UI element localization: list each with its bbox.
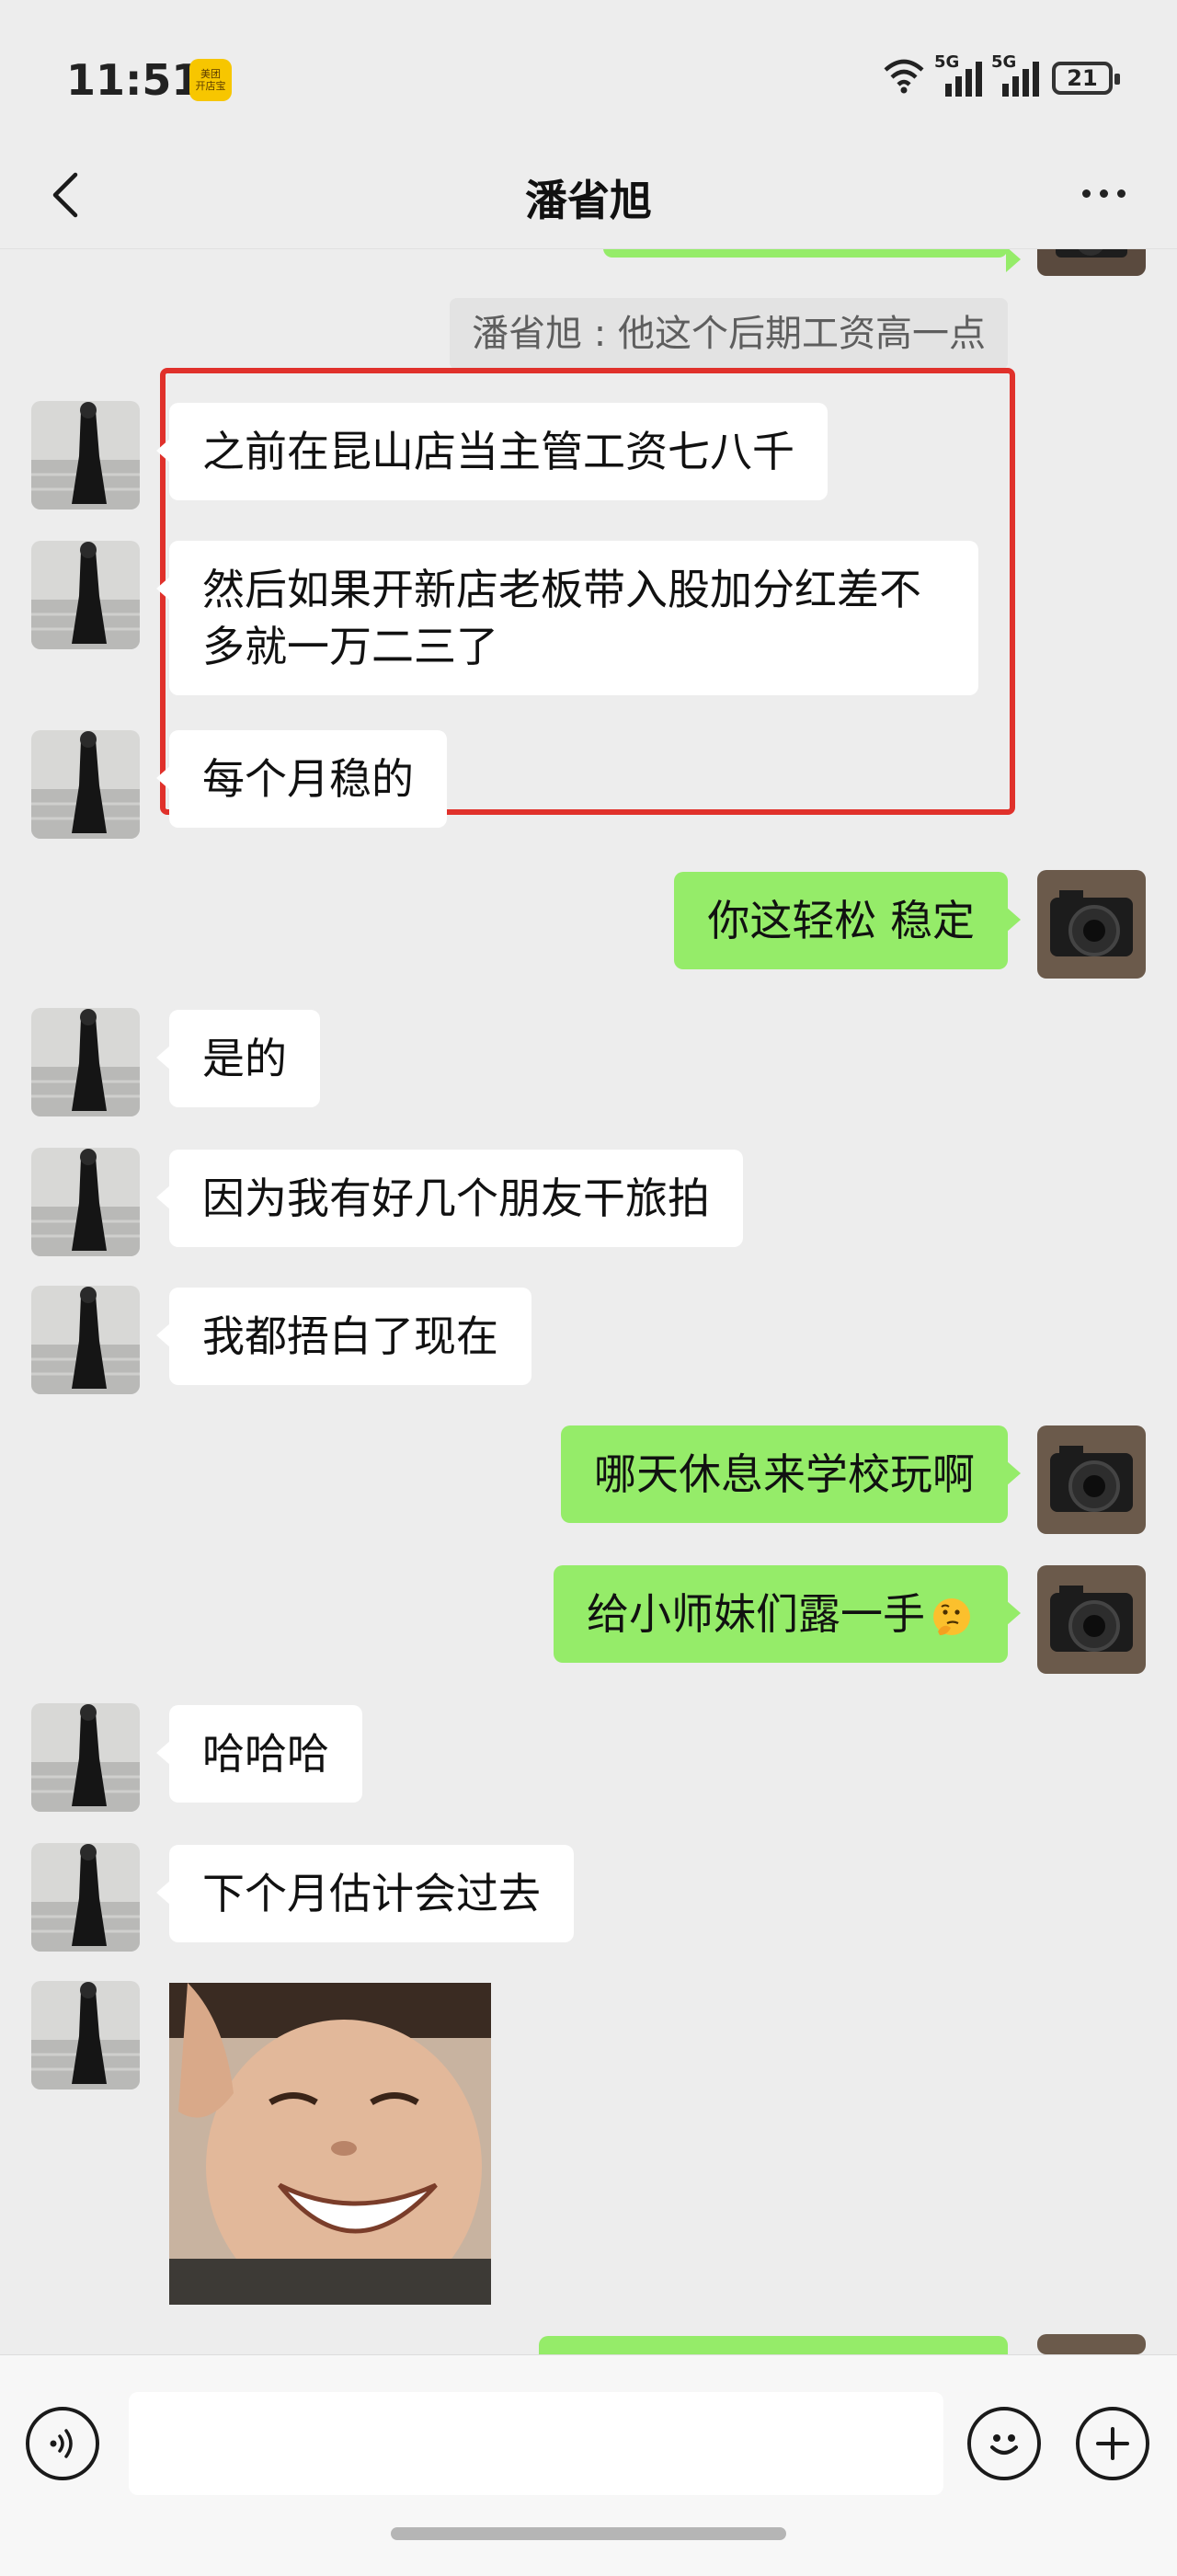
message-bubble[interactable]: 因为我有好几个朋友干旅拍 <box>156 1150 743 1247</box>
message-bubble[interactable]: 是的 <box>156 1010 320 1107</box>
avatar-contact[interactable] <box>31 541 140 649</box>
avatar-self[interactable] <box>1037 2334 1146 2354</box>
message-text: 给小师妹们露一手 <box>587 1589 925 1639</box>
message-bubble[interactable]: 哪天休息来学校玩啊 <box>561 1425 1021 1523</box>
battery-icon: 21 <box>1052 62 1120 95</box>
signal-icon-2: 5G <box>991 52 1039 97</box>
message-input[interactable] <box>129 2392 943 2495</box>
laughing-face-sticker[interactable] <box>169 1983 491 2305</box>
message-bubble-partial[interactable] <box>539 2336 1008 2354</box>
avatar-contact[interactable] <box>31 401 140 509</box>
message-bubble[interactable]: 哈哈哈 <box>156 1705 362 1803</box>
message-bubble[interactable]: 给小师妹们露一手 <box>554 1565 1021 1663</box>
home-indicator[interactable] <box>391 2527 786 2540</box>
message-list[interactable]: 潘省旭 : 他这个后期工资高一点 之前在昆山店当主管工资七八千 然后如果开新店老… <box>0 248 1177 2354</box>
message-bubble[interactable]: 之前在昆山店当主管工资七八千 <box>156 403 828 500</box>
avatar-contact[interactable] <box>31 1843 140 1952</box>
message-bubble-partial[interactable] <box>603 248 1021 272</box>
avatar-self[interactable] <box>1037 870 1146 979</box>
input-bar <box>0 2354 1177 2576</box>
message-bubble[interactable]: 你这轻松 稳定 <box>674 872 1021 969</box>
chat-header: 潘省旭 <box>0 147 1177 249</box>
avatar-contact[interactable] <box>31 1008 140 1116</box>
avatar-contact[interactable] <box>31 1703 140 1812</box>
avatar-contact[interactable] <box>31 1148 140 1256</box>
more-dots-icon <box>1081 189 1091 198</box>
more-button[interactable] <box>1067 166 1140 221</box>
message-bubble[interactable]: 我都捂白了现在 <box>156 1288 531 1385</box>
message-bubble[interactable]: 每个月稳的 <box>156 730 447 828</box>
status-time: 11:51 <box>66 55 201 105</box>
status-bar: 11:51 美团 开店宝 5G 5G 21 <box>0 0 1177 147</box>
thinking-face-emoji <box>933 1597 970 1635</box>
avatar-contact[interactable] <box>31 730 140 839</box>
plus-button[interactable] <box>1076 2407 1149 2480</box>
status-indicators: 5G 5G 21 <box>883 52 1120 101</box>
avatar-self[interactable] <box>1037 1425 1146 1534</box>
app-badge-icon: 美团 开店宝 <box>189 59 232 101</box>
quoted-message[interactable]: 潘省旭 : 他这个后期工资高一点 <box>450 298 1008 370</box>
avatar-self[interactable] <box>1037 248 1146 276</box>
emoji-button[interactable] <box>967 2407 1041 2480</box>
signal-icon-1: 5G <box>934 52 982 97</box>
avatar-self[interactable] <box>1037 1565 1146 1674</box>
message-bubble[interactable]: 然后如果开新店老板带入股加分红差不多就一万二三了 <box>156 541 978 695</box>
avatar-contact[interactable] <box>31 1981 140 2089</box>
voice-button[interactable] <box>26 2407 99 2480</box>
chat-title: 潘省旭 <box>525 176 652 225</box>
smile-icon <box>990 2434 1018 2455</box>
voice-icon <box>50 2429 73 2458</box>
message-bubble[interactable]: 下个月估计会过去 <box>156 1845 574 1942</box>
plus-icon <box>1096 2427 1129 2460</box>
avatar-contact[interactable] <box>31 1286 140 1394</box>
wifi-icon <box>883 57 925 100</box>
